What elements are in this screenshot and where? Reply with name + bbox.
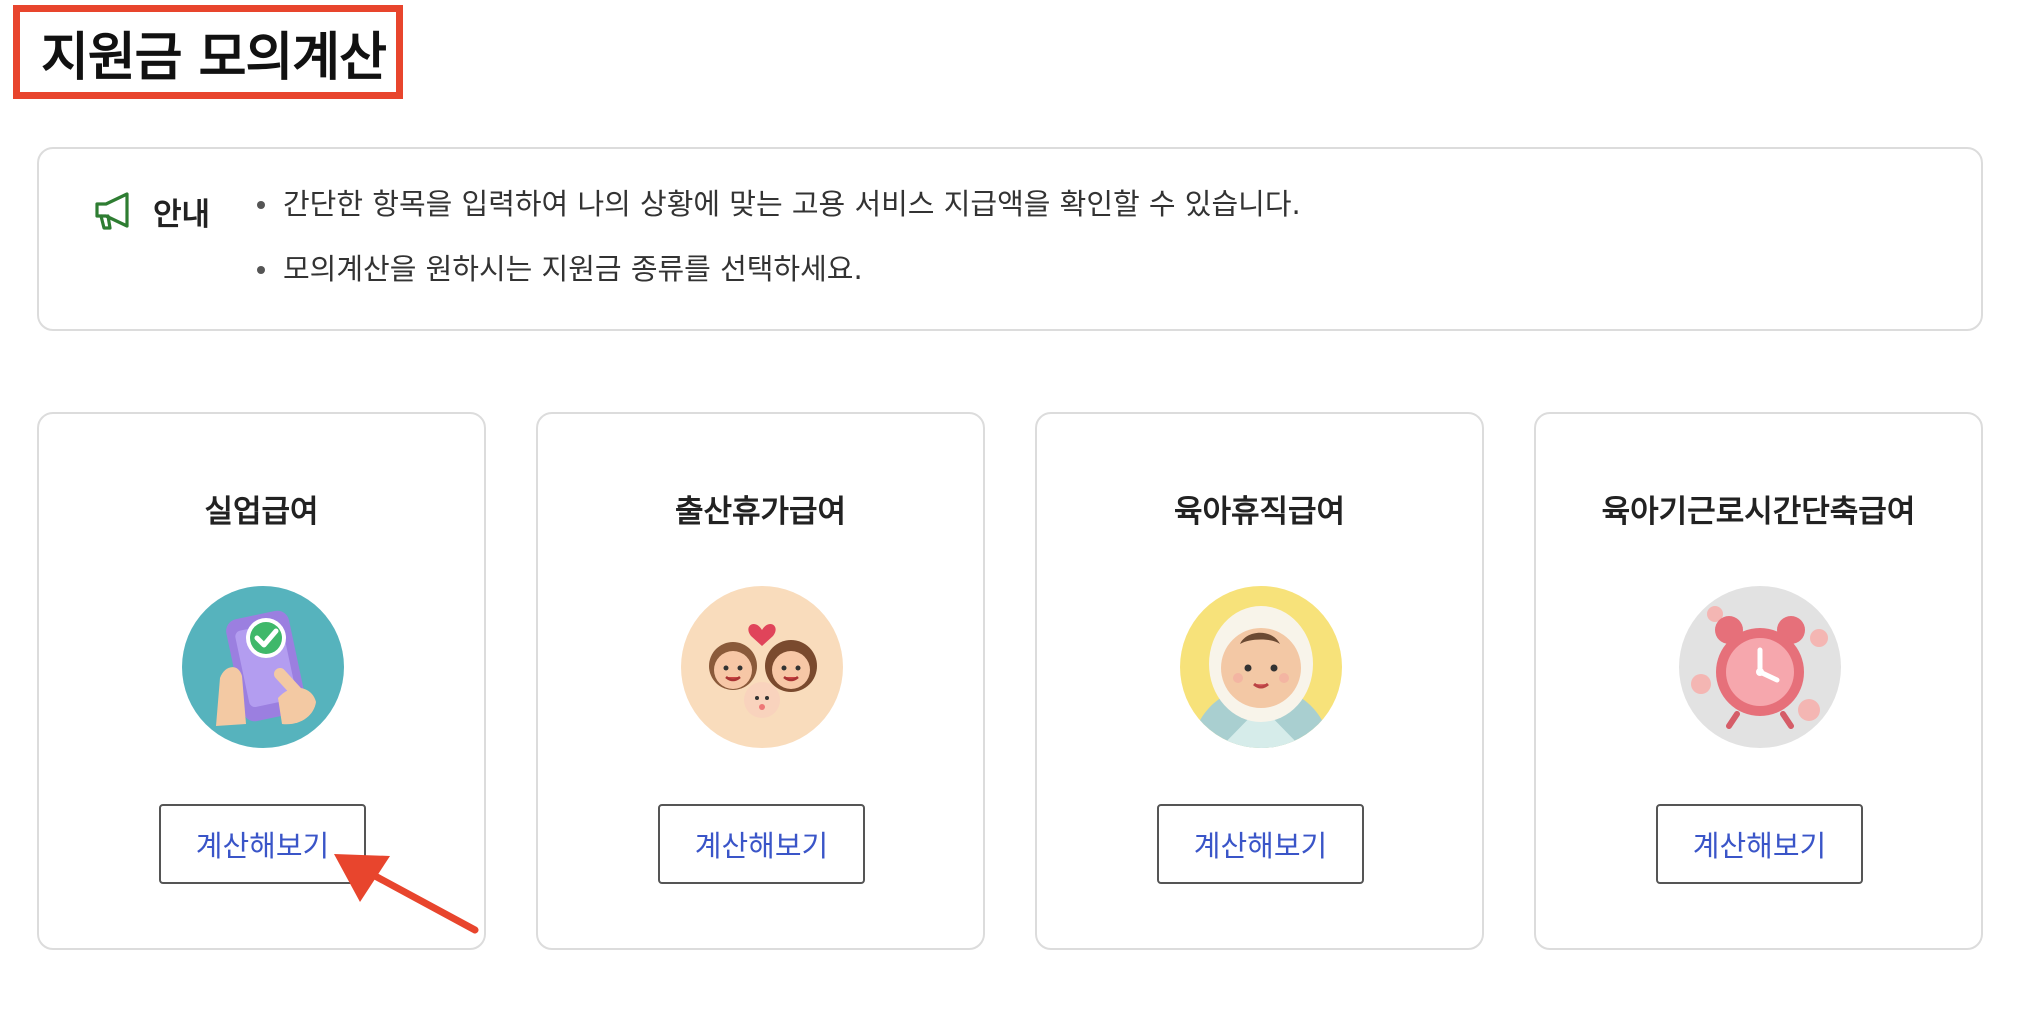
card-title: 실업급여 xyxy=(204,494,319,530)
card-reduced-working-hours-benefit: 육아기근로시간단축급여 계산해보기 xyxy=(1534,412,1983,950)
alarm-clock-coins-illustration xyxy=(1679,586,1841,748)
page-title: 지원금 모의계산 xyxy=(41,27,387,88)
calculate-button[interactable]: 계산해보기 xyxy=(1656,804,1863,884)
notice-list: 간단한 항목을 입력하여 나의 상황에 맞는 고용 서비스 지급액을 확인할 수… xyxy=(257,185,1301,315)
calculate-button[interactable]: 계산해보기 xyxy=(1157,804,1364,884)
family-with-baby-illustration xyxy=(681,586,843,748)
card-maternity-leave-benefit: 출산휴가급여 계산해보기 xyxy=(536,412,985,950)
title-highlight-box: 지원금 모의계산 xyxy=(13,5,403,99)
notice-panel: 안내 간단한 항목을 입력하여 나의 상황에 맞는 고용 서비스 지급액을 확인… xyxy=(37,147,1983,331)
swaddled-baby-illustration xyxy=(1180,586,1342,748)
notice-line: 모의계산을 원하시는 지원금 종류를 선택하세요. xyxy=(257,250,1301,288)
annotation-arrow-icon xyxy=(334,854,479,934)
card-title: 육아기근로시간단축급여 xyxy=(1601,494,1916,530)
megaphone-icon xyxy=(91,189,135,233)
benefit-cards: 실업급여 계산해보기 출산휴가급여 계산해보기 육아휴직급여 계산해보기 육아기… xyxy=(37,412,1983,950)
notice-line: 간단한 항목을 입력하여 나의 상황에 맞는 고용 서비스 지급액을 확인할 수… xyxy=(257,185,1301,223)
calculate-button[interactable]: 계산해보기 xyxy=(658,804,865,884)
notice-label: 안내 xyxy=(153,197,211,233)
phone-checkmark-hands-illustration xyxy=(182,586,344,748)
card-title: 출산휴가급여 xyxy=(674,494,847,530)
card-title: 육아휴직급여 xyxy=(1173,494,1346,530)
card-parental-leave-benefit: 육아휴직급여 계산해보기 xyxy=(1035,412,1484,950)
